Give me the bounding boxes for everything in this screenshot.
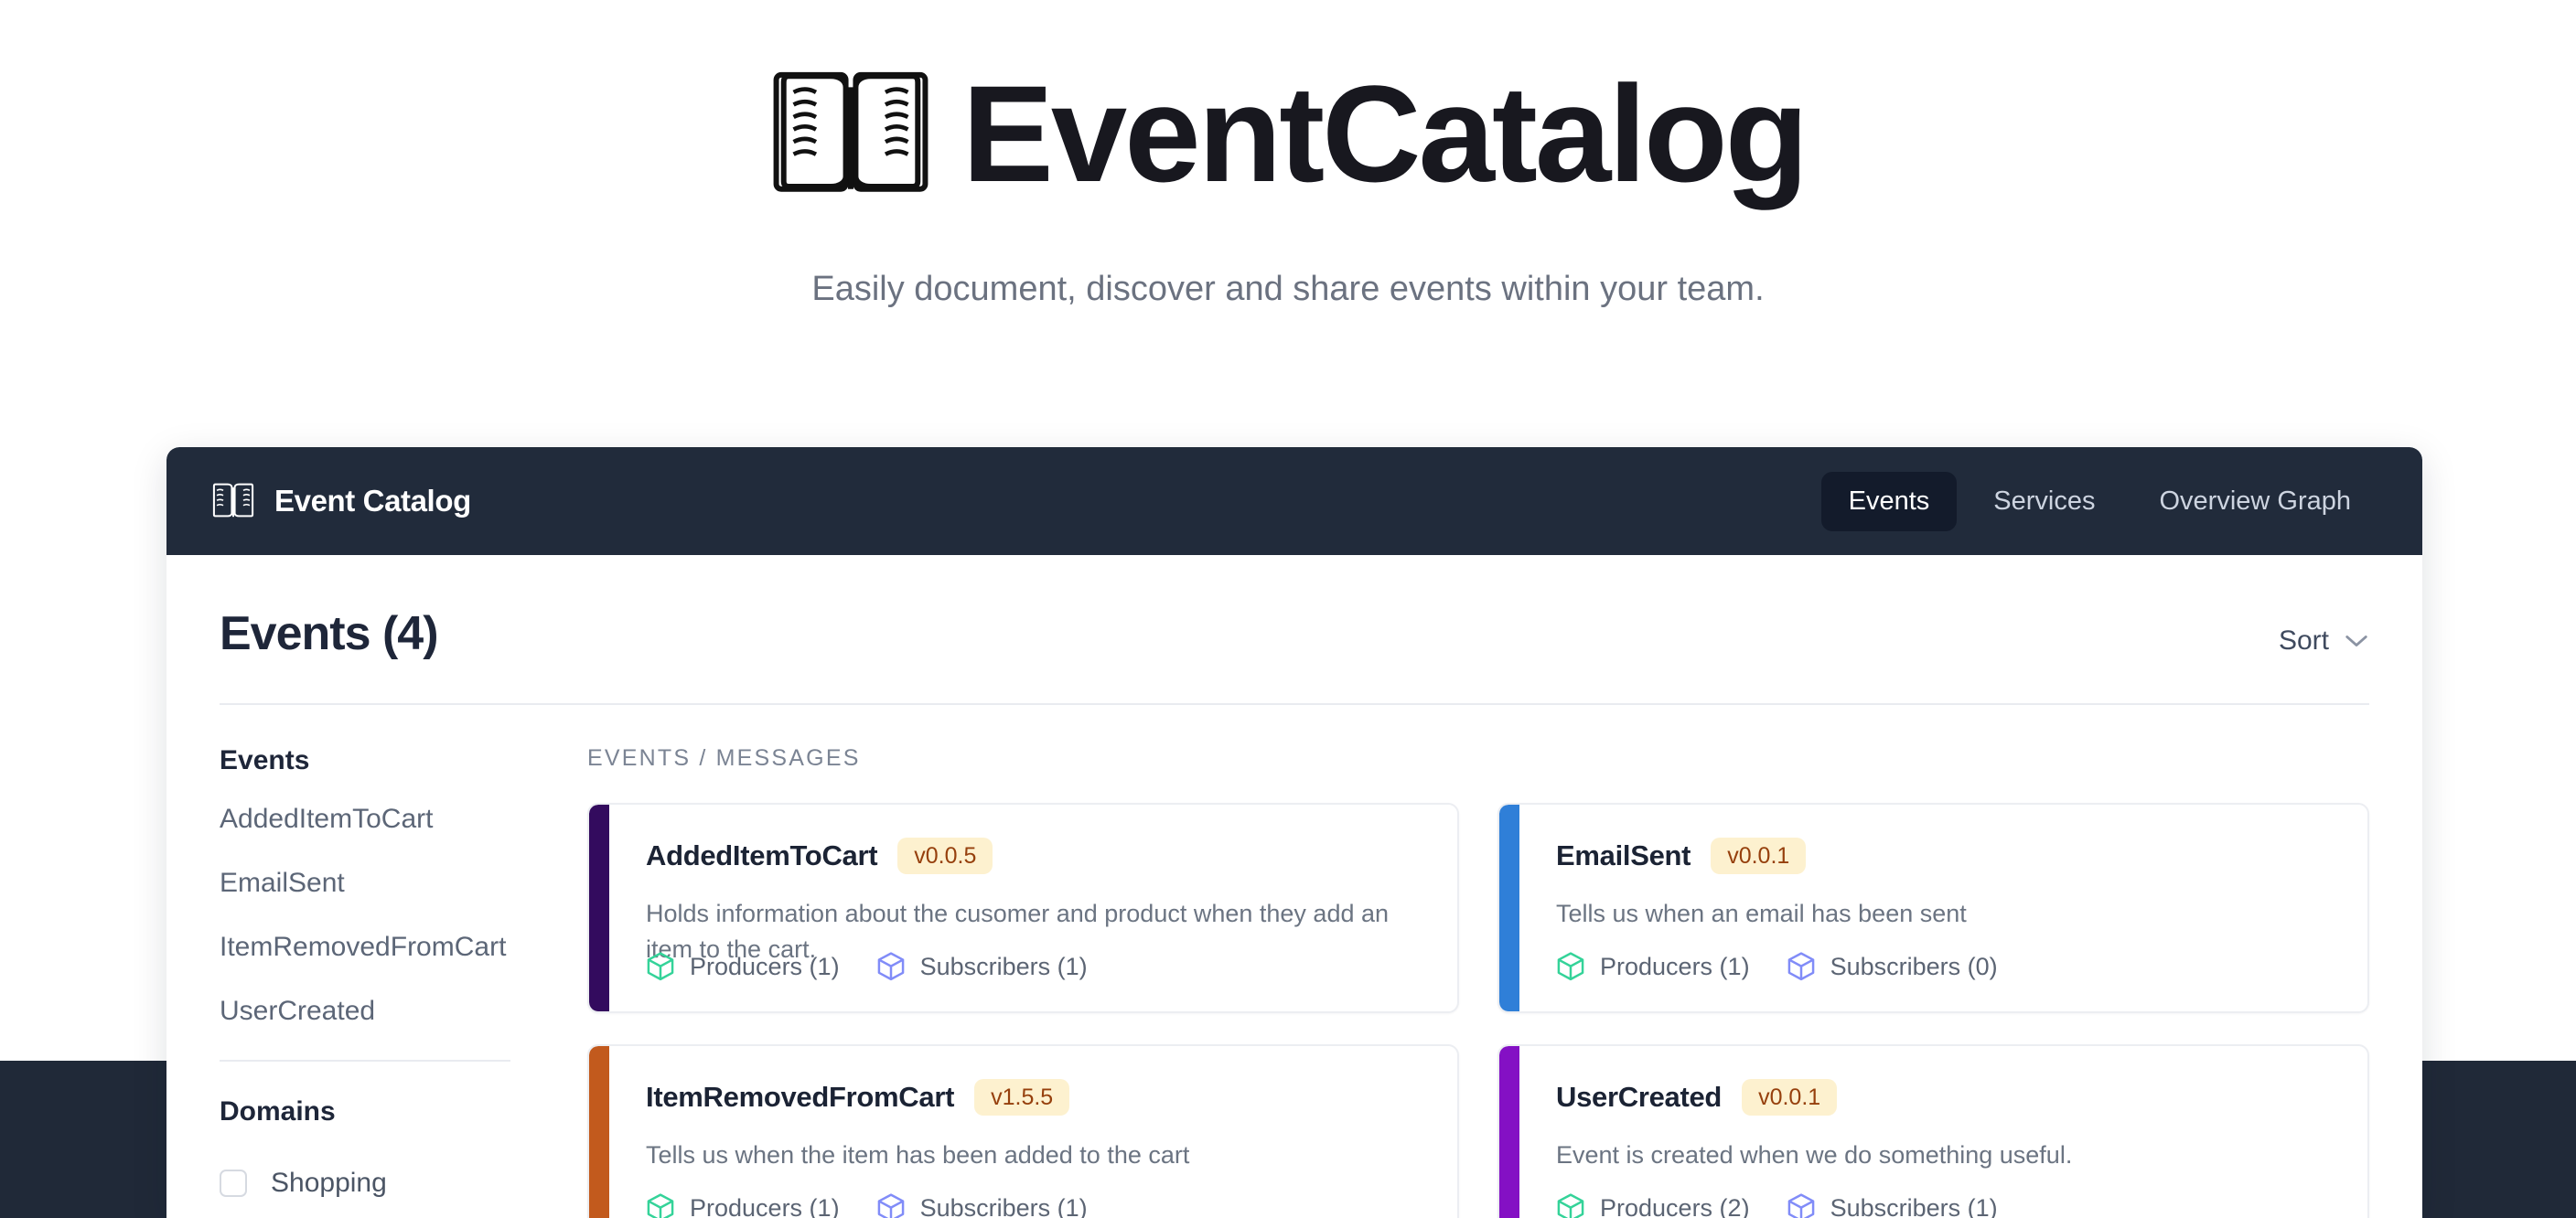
card-accent-bar xyxy=(589,1046,609,1218)
card-accent-bar xyxy=(1499,805,1519,1011)
version-badge: v1.5.5 xyxy=(974,1079,1070,1116)
event-card-title: EmailSent xyxy=(1556,839,1691,872)
cards-region: EVENTS / MESSAGES AddedItemToCart v0.0.5… xyxy=(547,745,2369,1218)
sort-button[interactable]: Sort xyxy=(2279,625,2369,660)
sort-label: Sort xyxy=(2278,625,2329,656)
event-card[interactable]: EmailSent v0.0.1 Tells us when an email … xyxy=(1497,803,2369,1013)
sidebar-item-usercreated[interactable]: UserCreated xyxy=(220,996,510,1027)
subscribers-label: Subscribers (0) xyxy=(1830,952,1998,980)
domain-filter-label: Shopping xyxy=(271,1168,387,1198)
content-columns: Events AddedItemToCart EmailSent ItemRem… xyxy=(220,705,2369,1218)
producers-label: Producers (1) xyxy=(1600,952,1750,980)
domain-filter-shopping[interactable]: Shopping xyxy=(220,1168,510,1199)
nav-link-events[interactable]: Events xyxy=(1820,471,1958,531)
event-card[interactable]: UserCreated v0.0.1 Event is created when… xyxy=(1497,1044,2369,1218)
title-row: Events (4) Sort xyxy=(220,555,2369,661)
sidebar-item-addeditemtocart[interactable]: AddedItemToCart xyxy=(220,804,510,835)
checkbox-icon[interactable] xyxy=(220,1170,247,1197)
producers-label: Producers (2) xyxy=(1600,1193,1750,1218)
event-card-title: ItemRemovedFromCart xyxy=(646,1081,955,1114)
version-badge: v0.0.1 xyxy=(1742,1079,1838,1116)
hero-section: EventCatalog Easily document, discover a… xyxy=(0,0,2576,402)
producers-label: Producers (1) xyxy=(690,1193,840,1218)
cube-icon xyxy=(1556,1192,1585,1218)
sidebar-divider xyxy=(220,1060,510,1062)
event-card[interactable]: AddedItemToCart v0.0.5 Holds information… xyxy=(587,803,1459,1013)
subscribers-label: Subscribers (1) xyxy=(1830,1193,1998,1218)
open-book-icon xyxy=(770,65,931,204)
version-badge: v0.0.1 xyxy=(1711,838,1807,875)
card-accent-bar xyxy=(589,805,609,1011)
sidebar: Events AddedItemToCart EmailSent ItemRem… xyxy=(220,745,547,1218)
event-card-description: Event is created when we do something us… xyxy=(1556,1141,2073,1170)
card-accent-bar xyxy=(1499,1046,1519,1218)
subscribers-meta[interactable]: Subscribers (1) xyxy=(876,1192,1088,1218)
cube-icon xyxy=(876,951,906,982)
open-book-icon xyxy=(210,481,256,521)
brand-name: Event Catalog xyxy=(274,484,471,518)
app-navbar: Event Catalog Events Services Overview G… xyxy=(166,447,2422,555)
section-label: EVENTS / MESSAGES xyxy=(587,745,861,771)
nav-links: Events Services Overview Graph xyxy=(1820,471,2378,531)
version-badge: v0.0.5 xyxy=(897,838,993,875)
event-card-description: Tells us when an email has been sent xyxy=(1556,900,1967,928)
sidebar-item-itemremovedfromcart[interactable]: ItemRemovedFromCart xyxy=(220,932,510,963)
producers-meta[interactable]: Producers (1) xyxy=(646,951,840,982)
producers-meta[interactable]: Producers (1) xyxy=(646,1192,840,1218)
hero-title-row: EventCatalog xyxy=(0,64,2576,204)
subscribers-meta[interactable]: Subscribers (0) xyxy=(1787,951,1998,982)
hero-subtitle: Easily document, discover and share even… xyxy=(811,270,1765,308)
cards-grid: AddedItemToCart v0.0.5 Holds information… xyxy=(587,803,2369,1218)
sidebar-item-emailsent[interactable]: EmailSent xyxy=(220,868,510,899)
sidebar-heading-domains: Domains xyxy=(220,1096,336,1127)
subscribers-meta[interactable]: Subscribers (1) xyxy=(876,951,1088,982)
cube-icon xyxy=(1787,1192,1816,1218)
cube-icon xyxy=(646,951,675,982)
producers-meta[interactable]: Producers (2) xyxy=(1556,1192,1750,1218)
cube-icon xyxy=(646,1192,675,1218)
producers-label: Producers (1) xyxy=(690,952,840,980)
producers-meta[interactable]: Producers (1) xyxy=(1556,951,1750,982)
cube-icon xyxy=(876,1192,906,1218)
event-card-title: UserCreated xyxy=(1556,1081,1723,1114)
nav-link-services[interactable]: Services xyxy=(1966,472,2122,531)
event-card-title: AddedItemToCart xyxy=(646,839,878,872)
subscribers-label: Subscribers (1) xyxy=(919,952,1088,980)
page-title: Events (4) xyxy=(220,607,439,660)
panel-body: Events (4) Sort Events AddedItemToCart E… xyxy=(166,555,2422,1218)
page-root: EventCatalog Easily document, discover a… xyxy=(0,0,2576,1218)
sidebar-heading-events: Events xyxy=(220,745,310,775)
chevron-down-icon xyxy=(2344,634,2369,648)
event-card[interactable]: ItemRemovedFromCart v1.5.5 Tells us when… xyxy=(587,1044,1459,1218)
cube-icon xyxy=(1787,951,1816,982)
app-panel: Event Catalog Events Services Overview G… xyxy=(166,447,2422,1218)
brand[interactable]: Event Catalog xyxy=(210,481,471,521)
nav-link-overview-graph[interactable]: Overview Graph xyxy=(2131,472,2378,531)
hero-title: EventCatalog xyxy=(961,57,1809,210)
subscribers-label: Subscribers (1) xyxy=(919,1193,1088,1218)
event-card-description: Tells us when the item has been added to… xyxy=(646,1141,1190,1170)
cube-icon xyxy=(1556,951,1585,982)
subscribers-meta[interactable]: Subscribers (1) xyxy=(1787,1192,1998,1218)
